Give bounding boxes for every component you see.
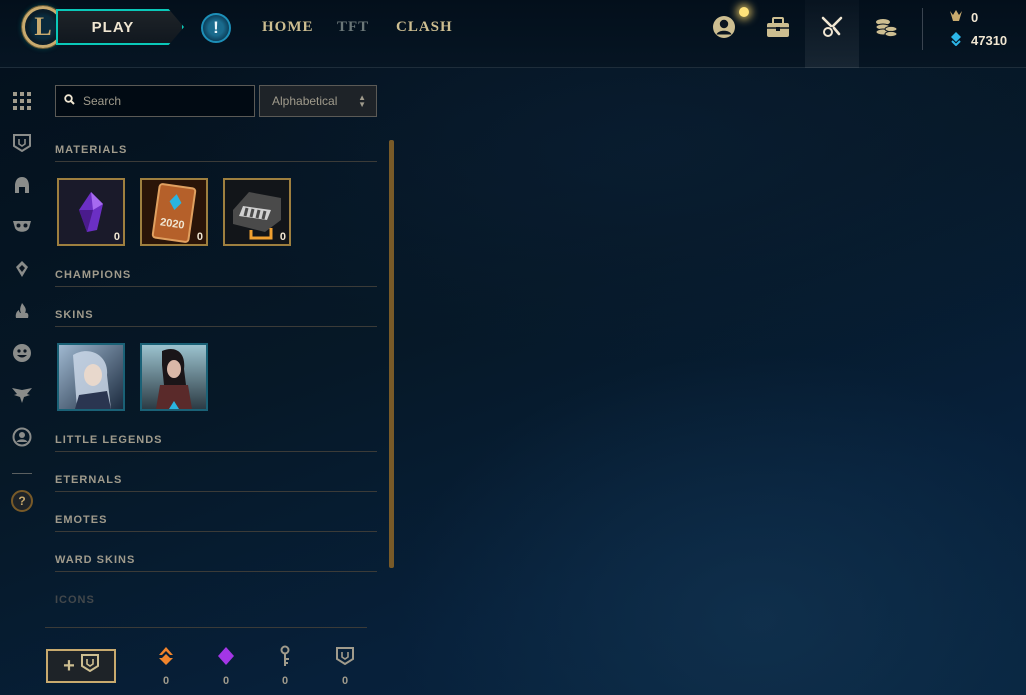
ward-icon	[80, 654, 99, 678]
loot-icon[interactable]	[765, 14, 791, 40]
ward-icon	[333, 645, 357, 667]
fire-icon[interactable]	[11, 300, 33, 322]
grid-icon[interactable]	[11, 90, 33, 112]
material-count: 0	[113, 231, 120, 243]
material-hextech-chest[interactable]: 0	[223, 178, 291, 246]
search-icon	[64, 92, 75, 110]
ward-count: 0	[341, 675, 349, 687]
material-count: 0	[279, 231, 286, 243]
blue-essence-currency[interactable]: 47310	[948, 32, 1007, 49]
collection-icon[interactable]	[819, 14, 845, 40]
skin-tile[interactable]	[140, 343, 208, 411]
add-plus-label: +	[63, 654, 75, 677]
section-eternals[interactable]: ETERNALS	[55, 474, 377, 492]
material-mythic-essence[interactable]: 0	[57, 178, 125, 246]
skin-portrait-image	[59, 345, 123, 409]
add-ward-button[interactable]: +	[46, 649, 116, 683]
footer-divider	[45, 627, 367, 628]
profile-icon[interactable]	[11, 426, 33, 448]
key-icon	[273, 645, 297, 667]
section-icons[interactable]: ICONS	[55, 594, 377, 612]
help-icon[interactable]: ?	[11, 490, 33, 512]
section-little-legends[interactable]: LITTLE LEGENDS	[55, 434, 377, 452]
key-count: 0	[281, 675, 289, 687]
emote-icon[interactable]	[11, 342, 33, 364]
skin-portrait-image	[142, 345, 206, 409]
sort-chevrons-icon: ▲ ▼	[358, 93, 366, 109]
orange-essence-icon	[948, 9, 964, 26]
store-icon[interactable]	[873, 14, 899, 40]
skin-tile[interactable]	[57, 343, 125, 411]
section-champions[interactable]: CHAMPIONS	[55, 269, 377, 287]
purple-gem-icon	[214, 645, 238, 667]
sort-dropdown[interactable]: Alphabetical ▲ ▼	[259, 85, 377, 117]
key-resource[interactable]: 0	[273, 645, 297, 687]
orange-shard-count: 0	[162, 675, 170, 687]
logo-letter: L	[34, 12, 52, 41]
alert-icon[interactable]: !	[201, 13, 231, 43]
alert-glyph: !	[213, 18, 219, 37]
help-glyph: ?	[18, 494, 26, 508]
search-field[interactable]	[55, 85, 255, 117]
search-input[interactable]	[83, 94, 243, 108]
section-emotes[interactable]: EMOTES	[55, 514, 377, 532]
notification-dot	[739, 7, 749, 17]
material-count: 0	[196, 231, 203, 243]
skins-mask-icon[interactable]	[11, 216, 33, 238]
profile-icon[interactable]	[711, 14, 737, 40]
orange-essence-value: 0	[971, 10, 979, 25]
material-event-pass-2020[interactable]: 2020 0	[140, 178, 208, 246]
purple-gem-count: 0	[222, 675, 230, 687]
nav-home[interactable]: HOME	[262, 19, 314, 36]
panel-scrollbar[interactable]	[389, 140, 394, 568]
topbar-divider	[922, 8, 923, 50]
play-button[interactable]: PLAY	[56, 9, 184, 45]
section-materials[interactable]: MATERIALS	[55, 144, 377, 162]
orange-essence-currency[interactable]: 0	[948, 9, 978, 26]
orange-shard-resource[interactable]: 0	[154, 645, 178, 687]
purple-gem-resource[interactable]: 0	[214, 645, 238, 687]
blue-essence-value: 47310	[971, 33, 1008, 48]
section-ward-skins[interactable]: WARD SKINS	[55, 554, 377, 572]
top-navigation-bar: L PLAY ! HOME TFT CLASH 0 47310	[0, 0, 1026, 68]
nav-tft[interactable]: TFT	[337, 19, 369, 36]
rail-divider	[12, 473, 32, 474]
eternals-icon[interactable]	[11, 258, 33, 280]
orange-shard-icon	[154, 645, 178, 667]
play-button-label: PLAY	[91, 18, 135, 36]
nav-clash[interactable]: CLASH	[396, 19, 453, 36]
champions-icon[interactable]	[11, 174, 33, 196]
section-skins[interactable]: SKINS	[55, 309, 377, 327]
sort-value: Alphabetical	[272, 94, 338, 108]
blue-essence-icon	[948, 32, 964, 49]
little-legend-icon[interactable]	[11, 384, 33, 406]
ward-icon[interactable]	[11, 132, 33, 154]
ward-resource[interactable]: 0	[333, 645, 357, 687]
